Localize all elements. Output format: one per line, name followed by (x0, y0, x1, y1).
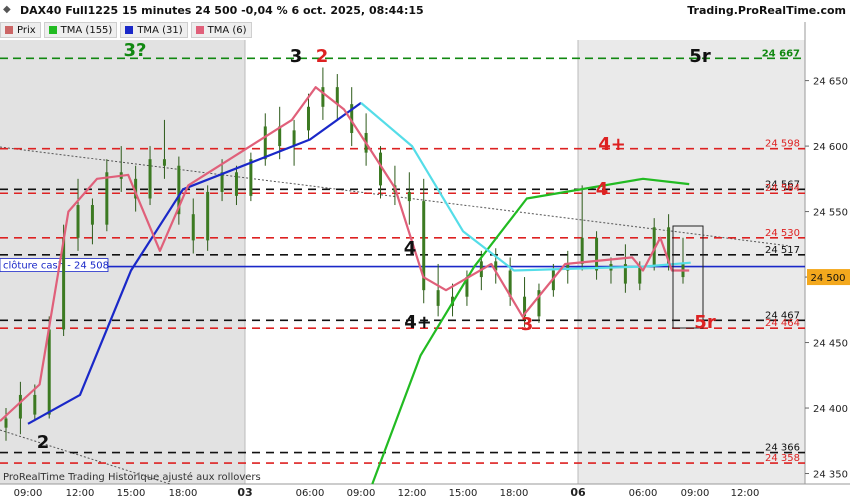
level-label: 24 464 (765, 318, 800, 329)
x-tick-label: 15:00 (117, 488, 146, 499)
level-label: 24 358 (765, 453, 800, 464)
x-tick-label: 09:00 (347, 488, 376, 499)
wave-annotation: 4+ (404, 312, 432, 333)
candle-body (234, 172, 238, 196)
cloture-cash-label: clôture cash - 24 508 (3, 260, 109, 272)
wave-annotation: 5r (689, 46, 711, 67)
level-label: 24 667 (762, 48, 800, 59)
candle-body (47, 329, 51, 415)
level-label: 24 598 (765, 139, 800, 150)
x-tick-label: 03 (237, 486, 252, 499)
candle-body (321, 87, 325, 107)
x-tick-label: 06:00 (296, 488, 325, 499)
x-tick-label: 15:00 (449, 488, 478, 499)
x-tick-label: 06 (570, 486, 586, 499)
candle-body (407, 191, 411, 202)
x-tick-label: 18:00 (169, 488, 198, 499)
candle-body (148, 159, 152, 199)
candle-body (335, 87, 339, 105)
x-tick-label: 06:00 (629, 488, 658, 499)
x-tick-label: 12:00 (398, 488, 427, 499)
chart-window: ◆ DAX40 Full1225 15 minutes 24 500 -0,04… (0, 0, 850, 500)
current-price-label: 24 500 (811, 273, 846, 284)
candle-body (292, 130, 296, 147)
footer-text: ProRealTime Trading Historique ajusté au… (3, 471, 261, 483)
candle-body (4, 418, 8, 428)
candle-body (249, 159, 253, 196)
x-tick-label: 12:00 (66, 488, 95, 499)
x-tick-label: 09:00 (681, 488, 710, 499)
candle-body (76, 205, 80, 238)
candle-body (595, 237, 599, 271)
level-label: 24 517 (765, 245, 800, 256)
candle-body (18, 394, 22, 419)
wave-annotation: 2 (37, 432, 50, 453)
candle-body (33, 394, 37, 415)
level-label: 24 564 (765, 183, 800, 194)
wave-annotation: 3 (290, 46, 303, 67)
candle-body (436, 290, 440, 306)
price-chart[interactable]: 24 350 24 400 24 450 24 500 24 550 24 600 24 6… (0, 0, 850, 500)
y-tick-label: 24 650 (813, 77, 848, 88)
wave-annotation: 4 (404, 238, 417, 259)
candle-body (263, 126, 267, 160)
candle-body (306, 106, 310, 131)
candle-body (162, 159, 166, 166)
wave-annotation: 5r (694, 312, 716, 333)
wave-annotation: 4+ (598, 134, 626, 155)
y-tick-label: 24 400 (813, 404, 848, 415)
x-tick-label: 18:00 (500, 488, 529, 499)
x-tick-label: 12:00 (731, 488, 760, 499)
y-tick-label: 24 600 (813, 142, 848, 153)
level-label: 24 530 (765, 228, 800, 239)
level-label: 24 366 (765, 443, 800, 454)
session-bg-middle (245, 40, 578, 484)
wave-annotation: 3? (124, 40, 147, 61)
candle-body (90, 205, 94, 225)
wave-annotation: 2 (316, 46, 329, 67)
wave-annotation: 4 (596, 179, 609, 200)
candle-body (105, 172, 109, 225)
candle-body (206, 191, 210, 241)
wave-annotation: 3 (521, 314, 534, 335)
y-tick-label: 24 350 (813, 470, 848, 481)
y-tick-label: 24 550 (813, 208, 848, 219)
candle-body (191, 214, 195, 241)
session-bg-right (578, 40, 805, 484)
y-tick-label: 24 450 (813, 339, 848, 350)
x-tick-label: 09:00 (14, 488, 43, 499)
candle-body (580, 237, 584, 264)
